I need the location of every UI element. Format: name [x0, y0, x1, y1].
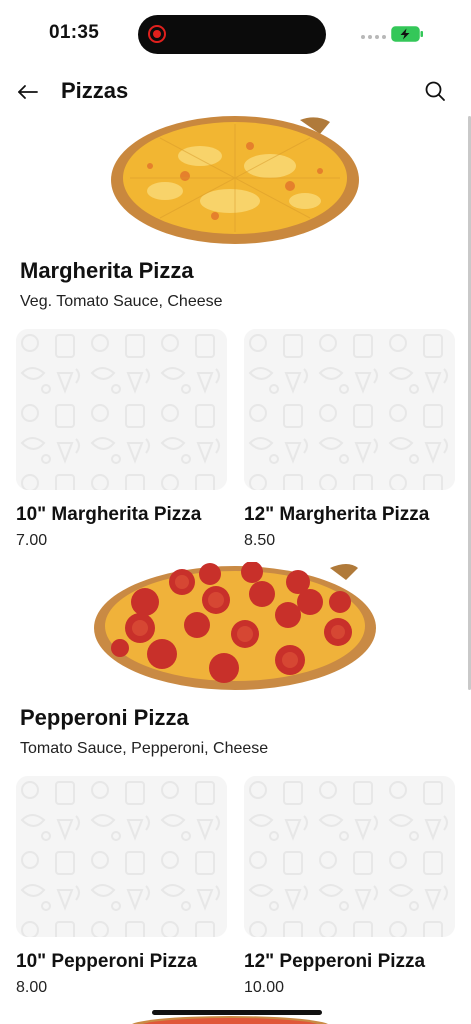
- margherita-hero-image: [0, 116, 471, 244]
- product-card[interactable]: 10" Margherita Pizza 7.00: [16, 329, 227, 550]
- pepperoni-hero-image: [0, 562, 471, 692]
- battery-charging-icon: [391, 26, 423, 42]
- product-price: 8.50: [244, 532, 276, 549]
- recording-icon: [148, 25, 166, 43]
- app-header: Pizzas: [0, 66, 471, 116]
- product-image-placeholder: [244, 776, 455, 937]
- product-card[interactable]: 10" Pepperoni Pizza 8.00: [16, 776, 227, 997]
- dynamic-island: [138, 15, 326, 54]
- product-price: 10.00: [244, 979, 285, 996]
- back-arrow-icon[interactable]: [16, 80, 40, 104]
- product-image-placeholder: [16, 776, 227, 937]
- search-icon[interactable]: [424, 80, 446, 102]
- page-title: Pizzas: [61, 78, 129, 103]
- home-indicator[interactable]: [152, 1010, 322, 1015]
- section-title-pepperoni: Pepperoni Pizza: [20, 705, 189, 730]
- product-card[interactable]: 12" Margherita Pizza 8.50: [244, 329, 455, 550]
- status-bar: 01:35: [0, 0, 471, 66]
- product-price: 8.00: [16, 979, 48, 996]
- product-price: 7.00: [16, 532, 48, 549]
- section-description-margherita: Veg. Tomato Sauce, Cheese: [20, 293, 223, 310]
- product-image-placeholder: [244, 329, 455, 490]
- section-description-pepperoni: Tomato Sauce, Pepperoni, Cheese: [20, 740, 269, 757]
- status-time: 01:35: [49, 22, 100, 43]
- section-title-margherita: Margherita Pizza: [20, 258, 194, 283]
- signal-icon: [361, 35, 386, 39]
- product-image-placeholder: [16, 329, 227, 490]
- product-name: 12" Margherita Pizza: [244, 504, 430, 525]
- product-name: 10" Pepperoni Pizza: [16, 951, 198, 972]
- product-name: 12" Pepperoni Pizza: [244, 951, 426, 972]
- product-card[interactable]: 12" Pepperoni Pizza 10.00: [244, 776, 455, 997]
- product-name: 10" Margherita Pizza: [16, 504, 202, 525]
